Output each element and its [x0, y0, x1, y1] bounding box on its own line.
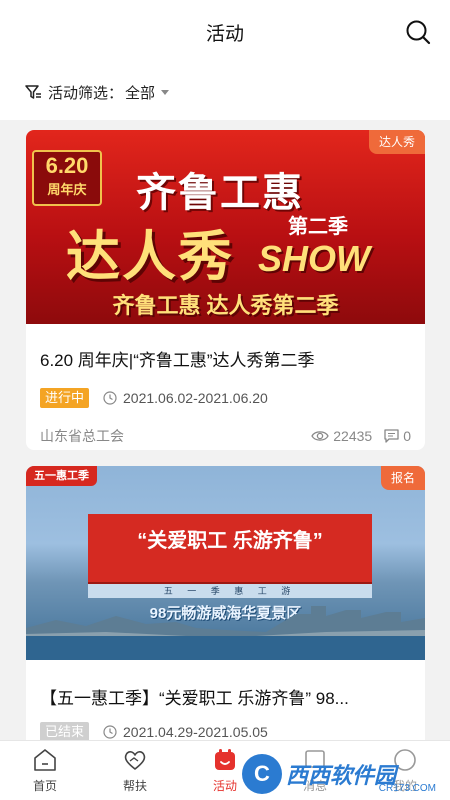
calendar-icon — [215, 749, 235, 770]
activity-meta: 进行中 2021.06.02-2021.06.20 — [40, 388, 268, 408]
top-bar: 活动 — [0, 0, 450, 64]
banner-show: SHOW — [258, 238, 370, 279]
anniversary-badge: 6.20 周年庆 — [32, 150, 102, 206]
activity-banner[interactable]: 五一惠工季 “关爱职工 乐游齐鲁” 五 一 季 惠 工 游 98元畅游威海华夏景… — [26, 466, 425, 660]
tab-label: 首页 — [32, 779, 57, 793]
activity-footer: 山东省总工会 22435 0 — [40, 426, 411, 446]
tab-label: 活动 — [212, 779, 237, 793]
banner-strip: 五 一 季 惠 工 游 — [88, 584, 372, 598]
banner-corner-label: 五一惠工季 — [26, 466, 97, 486]
activity-banner[interactable]: 6.20 周年庆 齐鲁工惠 第二季 达人秀 SHOW 齐鲁工惠 达人秀第二季 达… — [26, 130, 425, 324]
clock-icon — [103, 391, 117, 405]
banner-line1: 齐鲁工惠 — [136, 171, 304, 215]
search-icon[interactable] — [404, 18, 432, 46]
badge-number: 6.20 — [45, 153, 89, 178]
home-icon — [34, 749, 56, 771]
status-badge: 进行中 — [40, 388, 90, 408]
banner-headline: “关爱职工 乐游齐鲁” — [137, 530, 323, 552]
eye-icon — [311, 431, 330, 441]
date-range: 2021.06.02-2021.06.20 — [123, 390, 268, 406]
banner-headline-panel: “关爱职工 乐游齐鲁” — [88, 514, 372, 582]
page-title: 活动 — [205, 23, 244, 45]
comment-icon — [384, 429, 399, 443]
activity-meta: 已结束 2021.04.29-2021.05.05 — [40, 722, 268, 742]
filter-icon — [25, 85, 41, 99]
badge-text: 周年庆 — [47, 182, 87, 197]
banner-season: 第二季 — [288, 216, 348, 238]
activity-title[interactable]: 【五一惠工季】“关爱职工 乐游齐鲁” 98... — [40, 684, 415, 709]
activity-card[interactable]: 五一惠工季 “关爱职工 乐游齐鲁” 五 一 季 惠 工 游 98元畅游威海华夏景… — [26, 466, 425, 756]
clock-icon — [103, 725, 117, 739]
tab-assist[interactable]: 帮扶 — [90, 741, 180, 800]
organizer: 山东省总工会 — [40, 428, 124, 444]
watermark-sub: CR173.COM — [378, 783, 436, 794]
activity-card[interactable]: 6.20 周年庆 齐鲁工惠 第二季 达人秀 SHOW 齐鲁工惠 达人秀第二季 达… — [26, 130, 425, 450]
banner-line2: 达人秀 — [66, 227, 234, 287]
activity-filter[interactable]: 活动筛选： 全部 — [0, 64, 450, 120]
view-count: 22435 — [333, 428, 373, 444]
site-watermark: C 西西软件园 CR173.COM — [242, 752, 442, 796]
category-tag: 达人秀 — [368, 130, 425, 154]
filter-selected-value[interactable]: 全部 — [125, 82, 155, 103]
tab-home[interactable]: 首页 — [0, 741, 90, 800]
lake-water — [26, 636, 425, 660]
tab-label: 帮扶 — [122, 779, 147, 793]
banner-subtitle: 齐鲁工惠 达人秀第二季 — [112, 293, 339, 318]
comment-count: 0 — [403, 428, 411, 444]
watermark-logo: C — [242, 754, 282, 794]
category-tag: 报名 — [380, 466, 425, 490]
filter-label: 活动筛选： — [48, 84, 124, 102]
heart-hands-icon — [124, 751, 146, 770]
activity-title[interactable]: 6.20 周年庆|“齐鲁工惠”达人秀第二季 — [40, 346, 415, 371]
status-badge: 已结束 — [40, 722, 90, 742]
chevron-down-icon[interactable] — [161, 89, 170, 95]
date-range: 2021.04.29-2021.05.05 — [123, 724, 268, 740]
